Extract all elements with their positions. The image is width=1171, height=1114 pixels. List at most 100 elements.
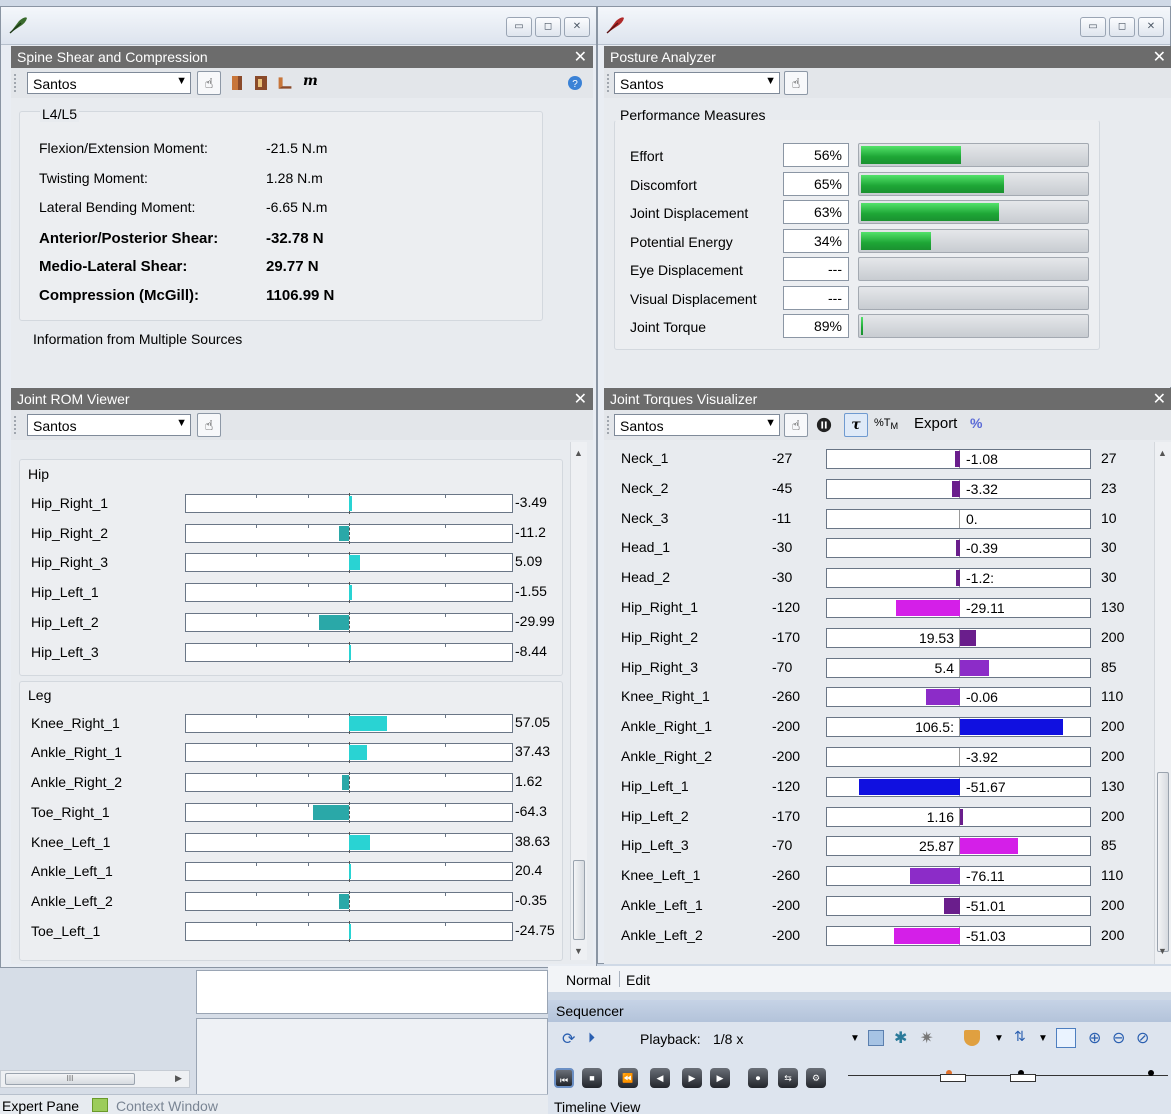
scroll-right-icon[interactable]: ▶	[175, 1073, 182, 1084]
rom-tick	[445, 892, 446, 896]
measure-percent-box: 56%	[783, 143, 849, 167]
measure-progress-bar	[858, 229, 1089, 253]
scroll-thumb[interactable]	[1157, 772, 1169, 952]
chevron-down-icon[interactable]: ▼	[1038, 1033, 1048, 1044]
tab-normal[interactable]: Normal	[566, 972, 611, 988]
keyframe-block[interactable]	[1010, 1074, 1036, 1082]
rom-tick	[256, 803, 257, 807]
step-icon[interactable]: ⏵	[588, 1029, 595, 1046]
maximize-button[interactable]: ◻	[1109, 17, 1135, 37]
toolbar-grip[interactable]	[14, 416, 16, 434]
torque-fill	[955, 451, 960, 467]
scroll-thumb[interactable]	[573, 860, 585, 940]
spine-moment-icon[interactable]	[253, 74, 269, 92]
settings-button[interactable]: ⚙	[806, 1068, 826, 1088]
scroll-down-icon[interactable]: ▼	[1158, 946, 1167, 956]
panel-close-icon[interactable]: ✕	[1153, 47, 1166, 67]
scroll-thumb[interactable]: III	[5, 1073, 135, 1085]
torque-min-limit: -120	[772, 777, 801, 794]
left-window-titlebar[interactable]: ▭ ◻ ✕	[1, 7, 596, 45]
torque-tau-button[interactable]: τ	[844, 413, 868, 437]
record-button[interactable]: ⏺	[748, 1068, 768, 1088]
spine-segment-icon[interactable]	[229, 74, 245, 92]
chevron-down-icon[interactable]: ▼	[850, 1033, 860, 1044]
chevron-down-icon[interactable]: ▼	[994, 1033, 1004, 1044]
sequencer-toolbar: ⟳ ⏵ Playback: 1/8 x ▼ ✱ ✷ ▼ ⇅ ▼ ⊕ ⊖ ⊘	[548, 1024, 1171, 1054]
rom-bar	[185, 582, 513, 603]
panel-close-icon[interactable]: ✕	[1153, 389, 1166, 409]
play-button[interactable]: ▶	[710, 1068, 730, 1088]
torques-toolbar: Santos ▼ ☝ τ %TM Export %	[604, 410, 1171, 440]
torque-value: 0.	[965, 510, 979, 527]
tab-context-window[interactable]: Context Window	[116, 1098, 218, 1114]
scroll-down-icon[interactable]: ▼	[574, 946, 583, 956]
playback-speed-value[interactable]: 1/8 x	[713, 1031, 743, 1047]
zoom-out-icon[interactable]: ⊖	[1112, 1028, 1125, 1048]
sequencer-panel: Sequencer ⟳ ⏵ Playback: 1/8 x ▼ ✱ ✷ ▼ ⇅ …	[548, 1000, 1171, 1114]
maximize-button[interactable]: ◻	[535, 17, 561, 37]
scroll-up-icon[interactable]: ▲	[574, 448, 583, 458]
sort-icon[interactable]: ⇅	[1014, 1028, 1026, 1045]
hand-pointer-button[interactable]: ☝	[784, 71, 808, 95]
torque-fill	[910, 868, 960, 885]
tab-expert-pane[interactable]: Expert Pane	[2, 1098, 79, 1114]
scroll-up-icon[interactable]: ▲	[1158, 448, 1167, 458]
mass-label[interactable]: m	[303, 73, 318, 89]
toolbar-grip[interactable]	[607, 74, 609, 92]
table-icon[interactable]	[1056, 1028, 1076, 1048]
measure-percent-box: 65%	[783, 172, 849, 196]
minimize-button[interactable]: ▭	[506, 17, 532, 37]
minimize-button[interactable]: ▭	[1080, 17, 1106, 37]
stop-button[interactable]: ■	[582, 1068, 602, 1088]
zoom-in-icon[interactable]: ⊕	[1088, 1028, 1101, 1048]
close-window-button[interactable]: ✕	[564, 17, 590, 37]
panel-close-icon[interactable]: ✕	[574, 389, 587, 409]
feather-icon	[9, 17, 27, 34]
loop-button[interactable]: ⇆	[778, 1068, 798, 1088]
toolbar-grip[interactable]	[14, 74, 16, 92]
chevron-down-icon: ▼	[176, 417, 187, 429]
percent-limit-icon[interactable]: %	[970, 415, 982, 431]
grid-icon[interactable]	[868, 1030, 884, 1046]
zoom-fit-icon[interactable]: ⊘	[1136, 1028, 1149, 1048]
figure-icon[interactable]: ✱	[894, 1028, 907, 1048]
spine-bend-icon[interactable]	[277, 74, 293, 92]
horizontal-scrollbar[interactable]: III ▶	[0, 1070, 190, 1088]
hand-pointer-button[interactable]: ☝	[197, 413, 221, 437]
rom-scrollbar[interactable]: ▲ ▼	[570, 442, 587, 960]
torques-scrollbar[interactable]: ▲ ▼	[1154, 442, 1171, 964]
torque-fill	[896, 600, 960, 616]
hand-pointer-button[interactable]: ☝	[784, 413, 808, 437]
shield-icon[interactable]	[964, 1030, 980, 1046]
keyframe-block[interactable]	[940, 1074, 966, 1082]
toolbar-grip[interactable]	[607, 416, 609, 434]
figure-select[interactable]: Santos ▼	[27, 414, 191, 436]
prev-frame-button[interactable]: ⏪	[618, 1068, 638, 1088]
figure-select[interactable]: Santos ▼	[614, 72, 780, 94]
rom-tick	[308, 643, 309, 647]
panel-close-icon[interactable]: ✕	[574, 47, 587, 67]
close-window-button[interactable]: ✕	[1138, 17, 1164, 37]
torque-bar: -51.03	[826, 925, 1091, 946]
figure-select[interactable]: Santos ▼	[614, 414, 780, 436]
pause-icon[interactable]	[816, 416, 832, 434]
rewind-button[interactable]: ⏮	[554, 1068, 574, 1088]
torque-zero-line	[959, 509, 960, 528]
timeline-marker[interactable]	[1148, 1070, 1154, 1076]
measure-label: Discomfort	[630, 177, 697, 193]
loop-icon[interactable]: ⟳	[562, 1029, 575, 1049]
step-back-button[interactable]: ◀	[650, 1068, 670, 1088]
rom-joint-label: Hip_Right_3	[31, 554, 109, 570]
measure-progress-bar	[858, 286, 1089, 310]
export-button[interactable]: Export	[914, 415, 957, 432]
step-forward-button[interactable]: ▶	[682, 1068, 702, 1088]
hand-pointer-button[interactable]: ☝	[197, 71, 221, 95]
right-window-titlebar[interactable]: ▭ ◻ ✕	[598, 7, 1170, 45]
sun-icon[interactable]: ✷	[920, 1028, 933, 1048]
rom-tick	[445, 773, 446, 777]
figure-select[interactable]: Santos ▼	[27, 72, 191, 94]
percent-torque-icon[interactable]: %TM	[874, 417, 898, 431]
help-icon[interactable]: ?	[567, 74, 583, 92]
tab-edit[interactable]: Edit	[626, 972, 650, 988]
rom-joint-label: Ankle_Left_1	[31, 863, 113, 879]
